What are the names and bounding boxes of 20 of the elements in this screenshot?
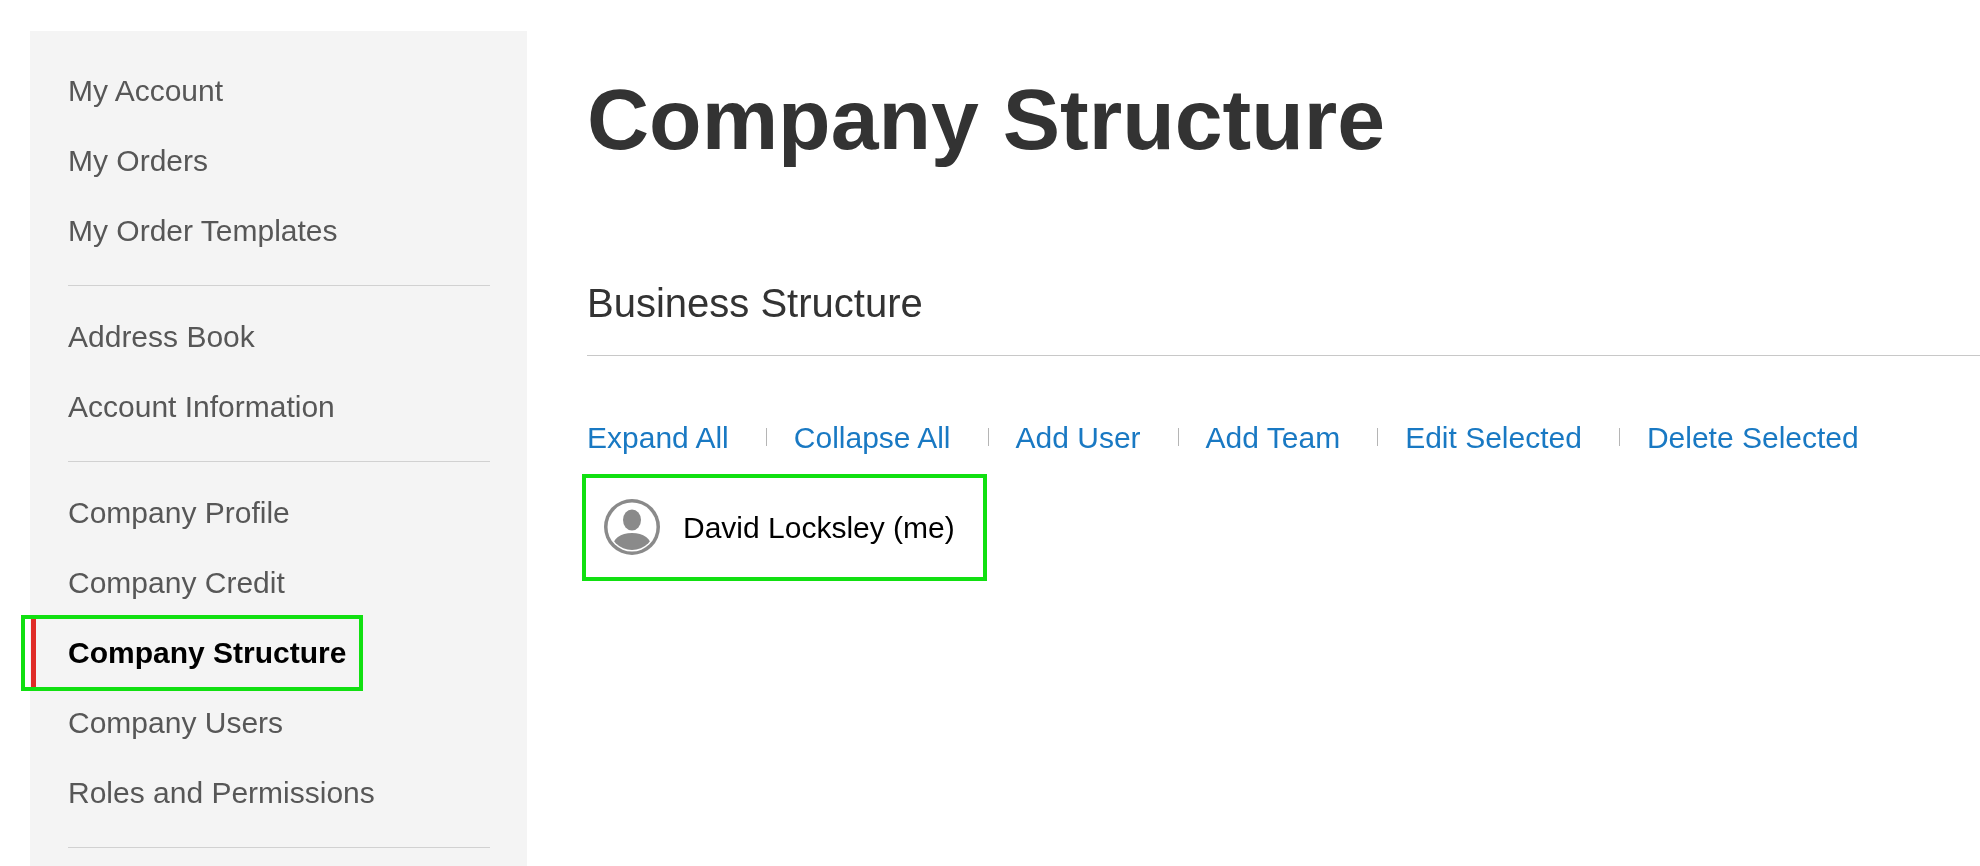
sidebar-item[interactable]: Account Information xyxy=(30,372,355,442)
sidebar-item[interactable]: My Orders xyxy=(30,126,228,196)
sidebar-item[interactable]: My Account xyxy=(30,56,244,126)
user-avatar-icon xyxy=(604,499,660,556)
tree-action-link[interactable]: Add Team xyxy=(1205,421,1341,453)
tree-action-link[interactable]: Collapse All xyxy=(793,421,951,453)
sidebar-item[interactable]: Company Users xyxy=(30,688,304,758)
page-title: Company Structure xyxy=(587,70,1386,169)
sidebar-item[interactable]: My Order Templates xyxy=(30,196,358,266)
tree-action-link[interactable]: Expand All xyxy=(587,421,729,453)
sidebar-item[interactable]: Company Profile xyxy=(30,478,310,548)
tree-action-link[interactable]: Add User xyxy=(1015,421,1141,453)
sidebar-item[interactable]: Company Structure xyxy=(21,615,363,691)
sidebar-item[interactable]: Address Book xyxy=(30,302,275,372)
sidebar-item[interactable]: Roles and Permissions xyxy=(30,758,395,828)
tree-node[interactable]: David Locksley (me) xyxy=(582,473,987,581)
sidebar-item[interactable]: Company Credit xyxy=(30,548,305,618)
section-title: Business Structure xyxy=(587,279,923,327)
tree-action-link[interactable]: Edit Selected xyxy=(1405,421,1582,453)
tree-action-link[interactable]: Delete Selected xyxy=(1646,421,1859,453)
